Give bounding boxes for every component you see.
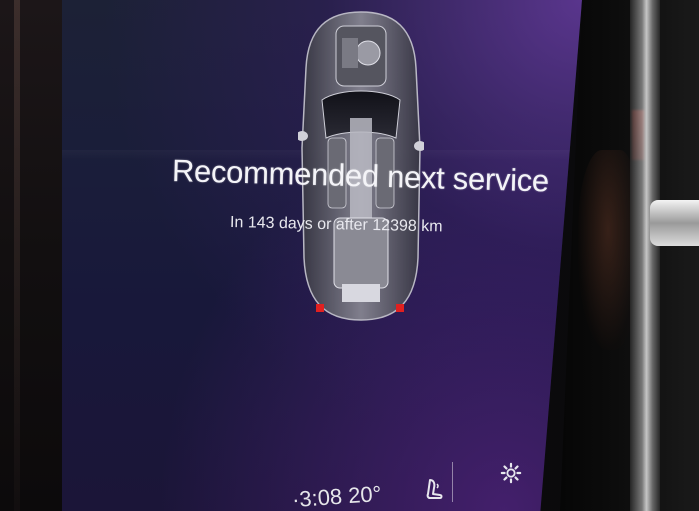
door-handle — [650, 200, 699, 246]
hand-reflection — [578, 150, 638, 350]
door-chrome-trim — [630, 0, 660, 511]
clock-temperature: ·3:08 20° — [291, 480, 383, 511]
photo-frame: Recommended next service In 143 days or … — [0, 0, 699, 511]
left-bezel — [0, 0, 62, 511]
seat-heating-icon[interactable] — [424, 478, 444, 504]
gear-icon[interactable] — [500, 462, 522, 484]
status-divider — [452, 462, 453, 502]
